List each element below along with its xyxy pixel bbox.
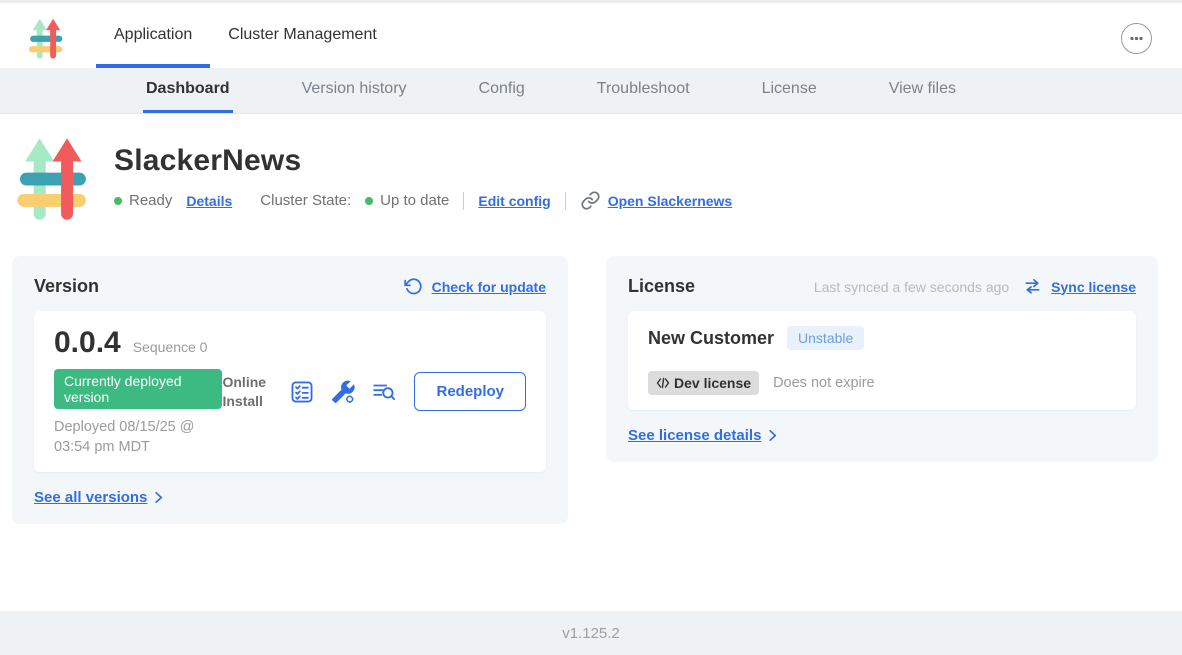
refresh-icon — [404, 277, 423, 296]
divider — [463, 192, 464, 210]
subnav-troubleshoot[interactable]: Troubleshoot — [594, 68, 693, 113]
app-header: SlackerNews Ready Details Cluster State:… — [14, 132, 1182, 227]
app-logo-small-icon — [26, 16, 66, 58]
sync-license-link[interactable]: Sync license — [1051, 279, 1136, 295]
subnav-view-files[interactable]: View files — [886, 68, 959, 113]
deployed-version-badge: Currently deployed version — [54, 369, 222, 409]
customer-name: New Customer — [648, 328, 774, 349]
version-number: 0.0.4 — [54, 326, 121, 360]
last-synced-label: Last synced a few seconds ago — [814, 279, 1009, 295]
app-logo-large-icon — [14, 132, 91, 227]
license-expiry: Does not expire — [773, 375, 875, 391]
view-files-diff-icon[interactable] — [371, 379, 397, 405]
overflow-menu-button[interactable] — [1121, 23, 1152, 54]
divider — [565, 192, 566, 210]
preflight-checks-icon[interactable] — [289, 379, 315, 405]
top-nav: Application Cluster Management — [0, 3, 1182, 68]
check-for-update-link[interactable]: Check for update — [432, 279, 546, 295]
app-subnav: Dashboard Version history Config Trouble… — [0, 68, 1182, 114]
cluster-state-value: Up to date — [380, 192, 449, 209]
cluster-state-label: Cluster State: — [260, 192, 351, 209]
edit-config-link[interactable]: Edit config — [478, 193, 550, 209]
install-type-label: Online Install — [222, 373, 274, 409]
chevron-right-icon — [765, 428, 780, 443]
see-all-versions-link[interactable]: See all versions — [34, 489, 147, 506]
page-title: SlackerNews — [114, 144, 732, 178]
app-status-dot-icon — [114, 197, 122, 205]
redeploy-button[interactable]: Redeploy — [414, 372, 526, 411]
license-card: License Last synced a few seconds ago Sy… — [606, 256, 1158, 462]
dashboard-cards: Version Check for update 0.0.4 Sequence … — [12, 256, 1158, 524]
tab-application[interactable]: Application — [96, 5, 210, 68]
cluster-state-dot-icon — [365, 197, 373, 205]
subnav-license[interactable]: License — [759, 68, 820, 113]
deployed-timestamp: Deployed 08/15/25 @ 03:54 pm MDT — [54, 418, 222, 457]
see-license-details-link[interactable]: See license details — [628, 427, 761, 444]
channel-badge: Unstable — [787, 326, 864, 350]
console-footer: v1.125.2 — [0, 611, 1182, 655]
code-icon — [656, 377, 670, 389]
top-nav-right — [1121, 23, 1152, 54]
tab-cluster-management[interactable]: Cluster Management — [210, 5, 395, 68]
console-version: v1.125.2 — [562, 625, 620, 642]
app-status-row: Ready Details Cluster State: Up to date … — [114, 190, 732, 211]
open-app-link[interactable]: Open Slackernews — [608, 193, 733, 209]
license-card-title: License — [628, 276, 695, 297]
license-panel: New Customer Unstable Dev license Does n… — [628, 311, 1136, 410]
sequence-label: Sequence 0 — [133, 339, 208, 355]
ellipsis-icon — [1128, 30, 1145, 47]
subnav-version-history[interactable]: Version history — [299, 68, 410, 113]
details-link[interactable]: Details — [186, 193, 232, 209]
subnav-config[interactable]: Config — [476, 68, 528, 113]
chain-link-icon — [580, 190, 601, 211]
admin-console-page: Application Cluster Management Dashboard… — [0, 0, 1182, 655]
subnav-dashboard[interactable]: Dashboard — [143, 68, 233, 113]
version-card-title: Version — [34, 276, 99, 297]
sync-arrows-icon — [1023, 277, 1042, 296]
license-type-badge: Dev license — [648, 371, 759, 395]
current-version-panel: 0.0.4 Sequence 0 Currently deployed vers… — [34, 311, 546, 472]
app-info: SlackerNews Ready Details Cluster State:… — [114, 132, 732, 227]
config-wrench-icon[interactable] — [330, 379, 356, 405]
app-status-label: Ready — [129, 192, 172, 209]
version-card: Version Check for update 0.0.4 Sequence … — [12, 256, 568, 524]
chevron-right-icon — [151, 490, 166, 505]
main-tabs: Application Cluster Management — [96, 5, 395, 68]
